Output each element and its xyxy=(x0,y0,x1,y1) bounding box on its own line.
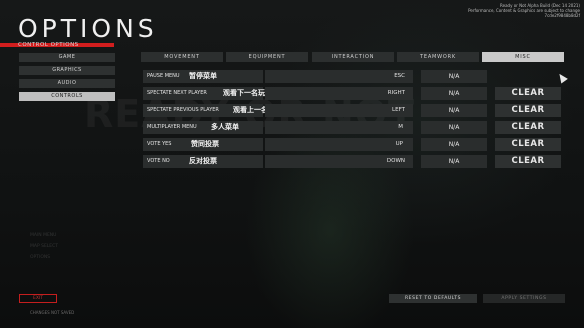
action-label-box: SPECTATE PREVIOUS PLAYER 观看上一名玩家 xyxy=(143,104,282,117)
action-label-box: SPECTATE NEXT PLAYER 观看下一名玩家 xyxy=(143,87,272,100)
tab-movement[interactable]: MOVEMENT xyxy=(141,52,223,62)
reset-to-defaults-button[interactable]: RESET TO DEFAULTS xyxy=(389,294,477,303)
primary-key-label: Up xyxy=(395,141,403,147)
primary-key-button[interactable]: Down xyxy=(265,155,413,168)
action-name: VOTE YES xyxy=(147,141,172,147)
secondary-key-label: N/A xyxy=(448,124,460,131)
action-name: SPECTATE PREVIOUS PLAYER xyxy=(147,107,219,113)
background-menu-item: MAIN MENU xyxy=(30,233,57,238)
primary-key-button[interactable]: M xyxy=(265,121,413,134)
exit-button[interactable]: EXIT xyxy=(19,294,57,303)
page-title: OPTIONS xyxy=(18,14,158,43)
build-version-info: Ready or Not Alpha Build (Dec 14 2021) P… xyxy=(468,3,580,18)
primary-key-button[interactable]: Up xyxy=(265,138,413,151)
background-menu-item: MAP SELECT xyxy=(30,244,59,249)
tab-equipment[interactable]: EQUIPMENT xyxy=(226,52,308,62)
action-name: SPECTATE NEXT PLAYER xyxy=(147,90,207,96)
action-label-box: VOTE NO 反对投票 xyxy=(143,155,263,168)
tab-teamwork[interactable]: TEAMWORK xyxy=(397,52,479,62)
version-line: 7cde2f9848b8d2f xyxy=(544,13,580,18)
secondary-key-button[interactable]: N/A xyxy=(421,87,487,100)
clear-button[interactable]: CLEAR xyxy=(495,155,561,168)
action-name-chinese: 暂停菜单 xyxy=(189,72,217,80)
action-name: PAUSE MENU xyxy=(147,73,180,79)
action-name: MULTIPLAYER MENU xyxy=(147,124,197,130)
action-name: VOTE NO xyxy=(147,158,170,164)
primary-key-label: Right xyxy=(387,90,405,96)
sidebar-item-audio[interactable]: AUDIO xyxy=(19,79,115,88)
action-name-chinese: 反对投票 xyxy=(189,157,217,165)
page-subtitle: CONTROL OPTIONS xyxy=(18,42,79,48)
secondary-key-button[interactable]: N/A xyxy=(421,138,487,151)
secondary-key-label: N/A xyxy=(448,107,460,114)
primary-key-label: Esc xyxy=(394,73,405,79)
secondary-key-label: N/A xyxy=(448,73,460,80)
apply-settings-button[interactable]: APPLY SETTINGS xyxy=(483,294,565,303)
secondary-key-label: N/A xyxy=(448,90,460,97)
clear-button[interactable]: CLEAR xyxy=(495,138,561,151)
sidebar-item-controls[interactable]: CONTROLS xyxy=(19,92,115,101)
sidebar-item-graphics[interactable]: GRAPHICS xyxy=(19,66,115,75)
action-label-box: PAUSE MENU 暂停菜单 xyxy=(143,70,263,83)
secondary-key-label: N/A xyxy=(448,158,460,165)
primary-key-label: M xyxy=(398,124,403,130)
action-name-chinese: 多人菜单 xyxy=(211,123,239,131)
clear-button[interactable]: CLEAR xyxy=(495,87,561,100)
action-label-box: MULTIPLAYER MENU 多人菜单 xyxy=(143,121,263,134)
clear-button[interactable]: CLEAR xyxy=(495,121,561,134)
exit-note: CHANGES NOT SAVED xyxy=(30,310,75,315)
secondary-key-button[interactable]: N/A xyxy=(421,104,487,117)
secondary-key-button[interactable]: N/A xyxy=(421,155,487,168)
primary-key-button[interactable]: Left xyxy=(265,104,413,117)
secondary-key-button[interactable]: N/A xyxy=(421,70,487,83)
primary-key-label: Left xyxy=(392,107,405,113)
tab-misc[interactable]: MISC xyxy=(482,52,564,62)
primary-key-button[interactable]: Right xyxy=(265,87,413,100)
background-menu-item: OPTIONS xyxy=(30,255,51,260)
secondary-key-label: N/A xyxy=(448,141,460,148)
clear-button[interactable]: CLEAR xyxy=(495,104,561,117)
action-label-box: VOTE YES 赞同投票 xyxy=(143,138,263,151)
tab-interaction[interactable]: INTERACTION xyxy=(312,52,394,62)
sidebar-item-game[interactable]: GAME xyxy=(19,53,115,62)
primary-key-label: Down xyxy=(386,158,405,164)
secondary-key-button[interactable]: N/A xyxy=(421,121,487,134)
action-name-chinese: 赞同投票 xyxy=(191,140,219,148)
primary-key-button[interactable]: Esc xyxy=(265,70,413,83)
